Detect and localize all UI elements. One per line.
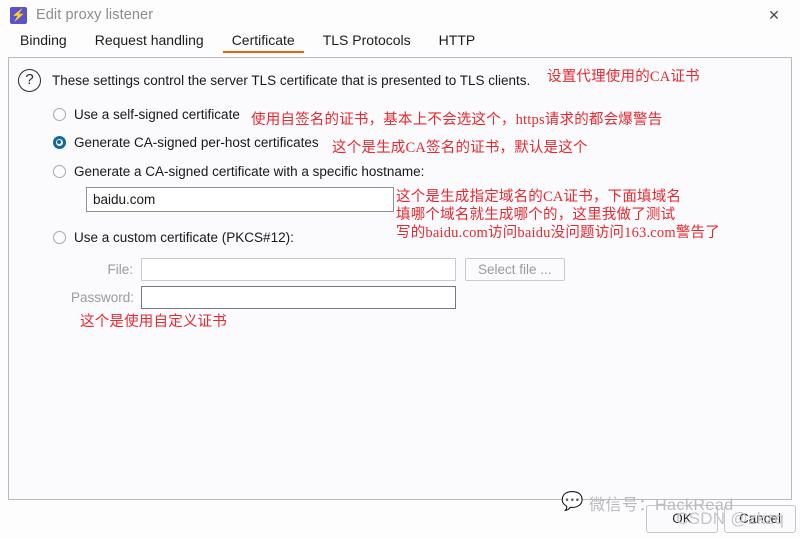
- annotation-specific-hostname-line2: 填哪个域名就生成哪个的，这里我做了测试: [396, 207, 676, 223]
- password-input[interactable]: [141, 286, 456, 309]
- info-row: ? These settings control the server TLS …: [18, 69, 530, 92]
- annotation-specific-hostname-line3: 写的baidu.com访问baidu没问题访问163.com警告了: [396, 225, 720, 241]
- file-label: File:: [107, 262, 133, 277]
- option-ca-signed-specific-hostname-label: Generate a CA-signed certificate with a …: [74, 164, 425, 179]
- info-text: These settings control the server TLS ce…: [52, 73, 531, 88]
- annotation-specific-hostname-line1: 这个是生成指定域名的CA证书，下面填域名: [396, 189, 682, 205]
- radio-self-signed[interactable]: [53, 108, 66, 121]
- annotation-per-host: 这个是生成CA签名的证书，默认是这个: [332, 140, 588, 156]
- lightning-bolt-icon: ⚡: [10, 6, 27, 24]
- annotation-self-signed: 使用自签名的证书，基本上不会选这个，https请求的都会爆警告: [251, 112, 663, 128]
- option-ca-signed-specific-hostname[interactable]: Generate a CA-signed certificate with a …: [53, 164, 424, 179]
- speech-bubble-icon: 💬: [561, 491, 584, 511]
- hostname-input[interactable]: [86, 187, 394, 212]
- option-ca-signed-per-host-label: Generate CA-signed per-host certificates: [74, 135, 319, 150]
- annotation-custom-cert: 这个是使用自定义证书: [80, 314, 227, 330]
- select-file-button[interactable]: Select file ...: [465, 258, 565, 281]
- radio-ca-signed-specific-hostname[interactable]: [53, 165, 66, 178]
- radio-custom-certificate[interactable]: [53, 231, 66, 244]
- option-ca-signed-per-host[interactable]: Generate CA-signed per-host certificates: [53, 135, 319, 150]
- radio-ca-signed-per-host[interactable]: [53, 136, 66, 149]
- tab-certificate[interactable]: Certificate: [218, 30, 309, 53]
- tab-request-handling[interactable]: Request handling: [81, 30, 218, 52]
- tab-tls-protocols[interactable]: TLS Protocols: [309, 30, 425, 52]
- password-label: Password:: [71, 290, 135, 305]
- tab-http[interactable]: HTTP: [425, 30, 490, 52]
- watermark-csdn: CSDN @zkzq: [676, 509, 785, 528]
- title-bar: ⚡ Edit proxy listener: [0, 0, 800, 30]
- option-custom-certificate[interactable]: Use a custom certificate (PKCS#12):: [53, 230, 294, 245]
- option-custom-certificate-label: Use a custom certificate (PKCS#12):: [74, 230, 294, 245]
- file-row: File: Select file ...: [71, 258, 565, 281]
- tab-binding[interactable]: Binding: [6, 30, 81, 52]
- annotation-ca-cert-title: 设置代理使用的CA证书: [547, 69, 700, 85]
- option-self-signed-label: Use a self-signed certificate: [74, 107, 240, 122]
- window-title: Edit proxy listener: [36, 7, 154, 23]
- lightning-bolt-glyph: ⚡: [11, 7, 26, 22]
- password-row: Password:: [71, 286, 456, 309]
- file-input[interactable]: [141, 258, 456, 281]
- help-icon: ?: [18, 69, 41, 92]
- option-self-signed[interactable]: Use a self-signed certificate: [53, 107, 240, 122]
- tab-bar: Binding Request handling Certificate TLS…: [0, 30, 800, 56]
- close-icon[interactable]: ✕: [756, 3, 792, 27]
